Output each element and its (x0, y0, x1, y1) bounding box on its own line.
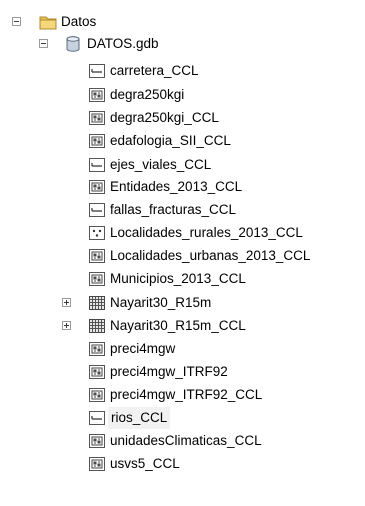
tree-item-label: Nayarit30_R15m_CCL (110, 318, 246, 333)
raster-icon (88, 109, 106, 127)
raster-icon (88, 340, 106, 358)
tree-item-label: Localidades_rurales_2013_CCL (110, 225, 303, 240)
tree-item-label: edafologia_SII_CCL (110, 133, 231, 148)
raster-icon (88, 363, 106, 381)
raster-icon (88, 455, 106, 473)
raster-icon (88, 86, 106, 104)
tree-item[interactable]: Localidades_rurales_2013_CCL (0, 222, 340, 244)
tree-item-label: ejes_viales_CCL (110, 157, 212, 172)
line-feature-class-icon (88, 409, 106, 427)
tree-item-label: preci4mgw_ITRF92_CCL (110, 387, 263, 402)
tree-item-label: rios_CCL (108, 407, 171, 429)
tree-item-label: preci4mgw (110, 341, 176, 356)
tree-item-label: Nayarit30_R15m (110, 295, 212, 310)
raster-icon (88, 386, 106, 404)
tree-item-label: preci4mgw_ITRF92 (110, 364, 228, 379)
raster-icon (88, 432, 106, 450)
tree-item[interactable]: Localidades_urbanas_2013_CCL (0, 245, 340, 267)
raster-icon (88, 178, 106, 196)
expand-toggle[interactable] (62, 298, 71, 307)
collapse-toggle-datos-gdb[interactable] (39, 39, 48, 48)
tree-item-label: Municipios_2013_CCL (110, 271, 246, 286)
tree-item[interactable]: unidadesClimaticas_CCL (0, 430, 320, 452)
tree-item-label: unidadesClimaticas_CCL (110, 433, 262, 448)
tree-item-label: fallas_fracturas_CCL (110, 202, 237, 217)
raster-icon (88, 247, 106, 265)
tree-item[interactable]: carretera_CCL (0, 60, 320, 82)
tree-item-selected[interactable]: rios_CCL (0, 407, 320, 429)
line-feature-class-icon (88, 201, 106, 219)
tree-item[interactable]: degra250kgi (0, 84, 320, 106)
tree-item[interactable]: usvs5_CCL (0, 453, 320, 475)
tree-item[interactable]: Nayarit30_R15m (0, 292, 320, 314)
folder-icon (39, 13, 57, 31)
tree-item[interactable]: fallas_fracturas_CCL (0, 199, 320, 221)
tree-node-datos-gdb[interactable]: DATOS.gdb (0, 33, 200, 55)
tree-item[interactable]: Entidades_2013_CCL (0, 176, 320, 198)
tree-item-label: usvs5_CCL (110, 456, 180, 471)
catalog-tree: Datos DATOS.gdb carretera_CCL degra250kg… (0, 0, 365, 506)
tree-item[interactable]: ejes_viales_CCL (0, 154, 320, 176)
tree-item[interactable]: preci4mgw_ITRF92_CCL (0, 384, 320, 406)
tree-item[interactable]: Nayarit30_R15m_CCL (0, 315, 320, 337)
geodatabase-icon (64, 35, 82, 53)
line-feature-class-icon (88, 62, 106, 80)
tree-item[interactable]: preci4mgw_ITRF92 (0, 361, 320, 383)
expand-toggle[interactable] (62, 321, 71, 330)
tree-item[interactable]: degra250kgi_CCL (0, 107, 320, 129)
point-feature-class-icon (88, 224, 106, 242)
tree-item-label: degra250kgi (110, 87, 185, 102)
tree-node-label: Datos (61, 14, 97, 29)
tree-item-label: Entidades_2013_CCL (110, 179, 243, 194)
tree-item[interactable]: preci4mgw (0, 338, 320, 360)
raster-dataset-icon (88, 317, 106, 335)
tree-item[interactable]: edafologia_SII_CCL (0, 130, 320, 152)
tree-node-datos[interactable]: Datos (0, 11, 120, 33)
tree-item-label: Localidades_urbanas_2013_CCL (110, 248, 311, 263)
raster-icon (88, 270, 106, 288)
tree-item[interactable]: Municipios_2013_CCL (0, 268, 320, 290)
tree-node-label: DATOS.gdb (87, 36, 159, 51)
raster-icon (88, 132, 106, 150)
tree-item-label: carretera_CCL (110, 63, 199, 78)
tree-item-label: degra250kgi_CCL (110, 110, 219, 125)
line-feature-class-icon (88, 156, 106, 174)
raster-dataset-icon (88, 294, 106, 312)
collapse-toggle-datos[interactable] (12, 17, 21, 26)
